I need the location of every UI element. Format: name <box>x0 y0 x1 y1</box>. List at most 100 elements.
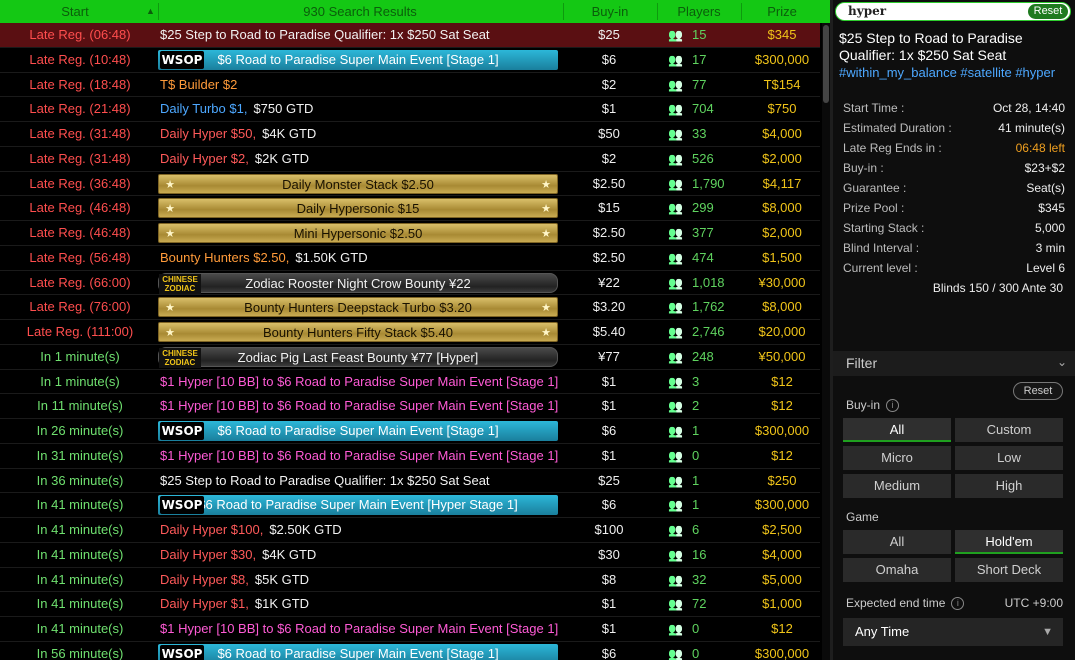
buyin-value: $5.40 <box>592 324 626 339</box>
table-row[interactable]: In 56 minute(s) WSOP $6 Road to Paradise S… <box>0 642 820 660</box>
table-row[interactable]: Late Reg. (36:48) ★ ★ Daily Monster Stack $… <box>0 172 820 197</box>
table-row[interactable]: In 11 minute(s) $1 Hyper [10 BB] to $6 Ro… <box>0 394 820 419</box>
selected-tags[interactable]: #within_my_balance #satellite #hyper <box>839 65 1055 80</box>
table-row[interactable]: In 41 minute(s) Daily Hyper $8, $5K GTD $8 👥… <box>0 568 820 593</box>
start-time: Late Reg. (56:48) <box>29 249 131 265</box>
table-row[interactable]: Late Reg. (66:00) CHINESE ZODIAC Zodiac Roo… <box>0 271 820 296</box>
column-players[interactable]: Players <box>657 0 741 23</box>
table-row[interactable]: Late Reg. (46:48) ★ ★ Mini Hypersonic $2.50… <box>0 221 820 246</box>
wsop-logo-icon: WSOP <box>160 496 204 515</box>
buyin-filter-all[interactable]: All <box>843 418 951 442</box>
help-icon[interactable]: i <box>886 399 900 413</box>
table-row[interactable]: In 41 minute(s) $1 Hyper [10 BB] to $6 Ro… <box>0 617 820 642</box>
prize-value: ¥50,000 <box>758 348 806 364</box>
players-count: 👥 248 <box>668 345 738 369</box>
table-row[interactable]: In 1 minute(s) CHINESE ZODIAC Zodiac Pig La… <box>0 345 820 370</box>
scrollbar-thumb[interactable] <box>823 25 829 103</box>
tournament-name-text: Bounty Hunters Deepstack Turbo $3.20 <box>244 300 472 316</box>
table-row[interactable]: Late Reg. (31:48) Daily Hyper $50, $4K GTD… <box>0 122 820 147</box>
table-row[interactable]: Late Reg. (21:48) Daily Turbo $1, $750 GTD… <box>0 97 820 122</box>
prize-value: $8,000 <box>762 299 802 315</box>
buyin-value: $2 <box>601 150 617 166</box>
players-count: 👥 6 <box>668 518 738 542</box>
table-row[interactable]: Late Reg. (111:00) ★ ★ Bounty Hunters Fifty… <box>0 320 820 345</box>
players-count: 👥 77 <box>668 73 738 97</box>
tournament-name: Daily Turbo $1, $750 GTD <box>160 97 560 121</box>
header-divider <box>158 3 159 20</box>
table-row[interactable]: Late Reg. (31:48) Daily Hyper $2, $2K GTD $… <box>0 147 820 172</box>
sort-up-icon[interactable]: ▲ <box>146 6 155 16</box>
wsop-logo-icon: WSOP <box>160 50 204 69</box>
start-time: In 56 minute(s) <box>36 645 124 660</box>
table-row[interactable]: Late Reg. (76:00) ★ ★ Bounty Hunters Deepst… <box>0 295 820 320</box>
players-number: 72 <box>692 596 707 612</box>
table-row[interactable]: Late Reg. (46:48) ★ ★ Daily Hypersonic $15 $… <box>0 196 820 221</box>
detail-value: $345 <box>1038 201 1065 215</box>
table-row[interactable]: Late Reg. (18:48) T$ Builder $2 $2 👥 77 T$154 <box>0 73 820 98</box>
tournament-name-text: Daily Hyper $1, <box>160 596 249 612</box>
table-row[interactable]: In 31 minute(s) $1 Hyper [10 BB] to $6 Ro… <box>0 444 820 469</box>
game-filter-short-deck[interactable]: Short Deck <box>955 558 1063 582</box>
end-time-select[interactable]: Any Time ▼ <box>843 618 1063 646</box>
tournament-banner: CHINESE ZODIAC Zodiac Rooster Night Crow B… <box>158 272 558 294</box>
search-input[interactable]: hyper <box>848 4 886 18</box>
detail-label: Start Time : <box>843 101 905 115</box>
table-row[interactable]: In 41 minute(s) Daily Hyper $100, $2.50K G… <box>0 518 820 543</box>
help-icon[interactable]: i <box>951 597 965 611</box>
buyin-value: $2.50 <box>592 175 626 191</box>
game-filter-omaha[interactable]: Omaha <box>843 558 951 582</box>
game-filter-hold-em[interactable]: Hold'em <box>955 530 1063 554</box>
buyin-value: $1 <box>601 398 617 414</box>
tournament-name: $1 Hyper [10 BB] to $6 Road to Paradise … <box>160 617 560 641</box>
buyin-filter-micro[interactable]: Micro <box>843 446 951 470</box>
prize-value: $8,000 <box>762 200 802 216</box>
start-time: In 1 minute(s) <box>40 348 120 364</box>
prize-value: $4,000 <box>762 126 802 141</box>
buyin-filter-high[interactable]: High <box>955 474 1063 498</box>
buyin-filter-low[interactable]: Low <box>955 446 1063 470</box>
players-number: 377 <box>692 225 714 240</box>
column-search-results[interactable]: 930 Search Results <box>160 0 560 23</box>
chevron-down-icon[interactable]: ⌄ <box>1057 355 1067 369</box>
table-row[interactable]: In 26 minute(s) WSOP $6 Road to Paradise S… <box>0 419 820 444</box>
column-prize[interactable]: Prize <box>741 0 823 23</box>
column-start-label: Start <box>61 4 89 19</box>
players-icon: 👥 <box>668 250 683 265</box>
column-start[interactable]: Start <box>0 0 150 23</box>
buyin-value: $6 <box>601 497 617 513</box>
star-icon: ★ <box>165 302 175 315</box>
end-time-value: Any Time <box>855 624 910 639</box>
game-filter-all[interactable]: All <box>843 530 951 554</box>
search-box[interactable]: hyper Reset <box>835 2 1071 21</box>
players-number: 0 <box>692 645 700 660</box>
start-time: In 41 minute(s) <box>36 497 124 513</box>
buyin-filter-custom[interactable]: Custom <box>955 418 1063 442</box>
start-time: Late Reg. (31:48) <box>29 126 131 141</box>
tournament-name-text: Daily Monster Stack $2.50 <box>282 176 434 192</box>
list-scrollbar[interactable] <box>822 23 830 660</box>
players-count: 👥 1 <box>668 493 738 517</box>
table-row[interactable]: Late Reg. (56:48) Bounty Hunters $2.50, $1… <box>0 246 820 271</box>
buyin-filter-medium[interactable]: Medium <box>843 474 951 498</box>
table-row[interactable]: In 41 minute(s) Daily Hyper $1, $1K GTD $1 👥… <box>0 592 820 617</box>
detail-label: Guarantee : <box>843 181 907 195</box>
players-icon: 👥 <box>668 226 683 240</box>
prize-value: $4,117 <box>762 175 802 191</box>
search-reset-button[interactable]: Reset <box>1028 4 1068 19</box>
filter-title: Filter <box>846 355 878 371</box>
prize-value: $2,000 <box>762 150 802 166</box>
filter-header[interactable]: Filter ⌄ <box>833 351 1075 376</box>
column-buyin[interactable]: Buy-in <box>563 0 657 23</box>
table-row[interactable]: Late Reg. (10:48) WSOP $6 Road to Paradise… <box>0 48 820 73</box>
table-row[interactable]: In 1 minute(s) $1 Hyper [10 BB] to $6 Roa… <box>0 370 820 395</box>
table-row[interactable]: Late Reg. (06:48) $25 Step to Road to Par… <box>0 23 820 48</box>
players-number: 17 <box>692 51 707 67</box>
filter-reset-button[interactable]: Reset <box>1013 382 1063 400</box>
detail-label: Estimated Duration : <box>843 121 952 135</box>
table-row[interactable]: In 41 minute(s) WSOP $6 Road to Paradise S… <box>0 493 820 518</box>
table-row[interactable]: In 36 minute(s) $25 Step to Road to Parad… <box>0 469 820 494</box>
tournament-list: Late Reg. (06:48) $25 Step to Road to Par… <box>0 23 820 660</box>
tournament-banner: WSOP $6 Road to Paradise Super Main Event… <box>158 421 558 441</box>
buyin-value: $6 <box>601 645 617 660</box>
table-row[interactable]: In 41 minute(s) Daily Hyper $30, $4K GTD $3… <box>0 543 820 568</box>
